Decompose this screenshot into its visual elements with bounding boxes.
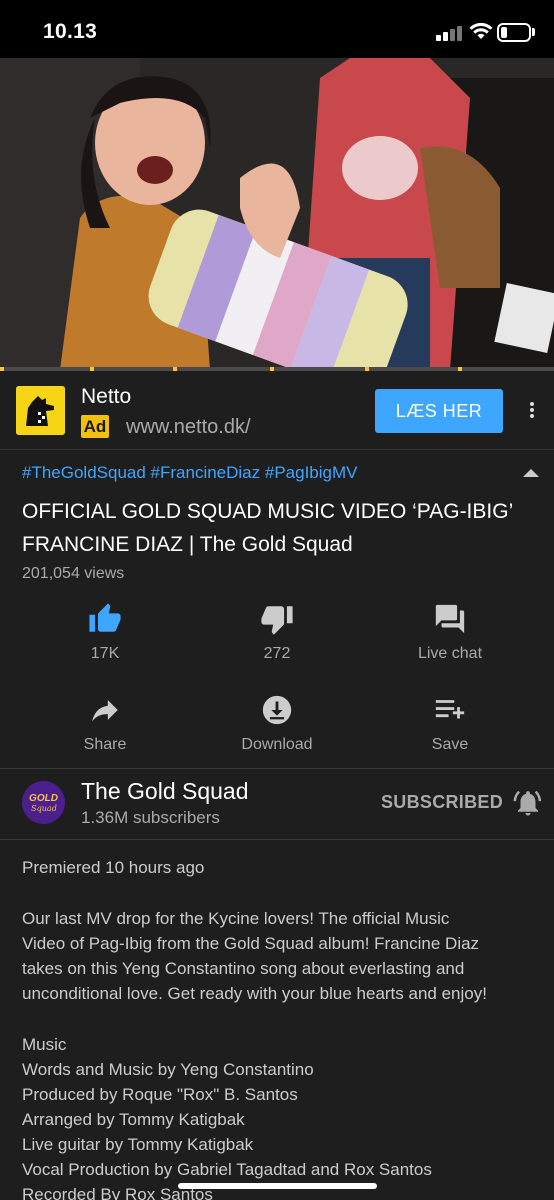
- description-line: Video of Pag-Ibig from the Gold Squad al…: [22, 934, 480, 953]
- status-bar: 10.13: [0, 0, 554, 58]
- svg-text:GOLD: GOLD: [29, 793, 58, 804]
- share-icon: [92, 700, 118, 722]
- premiered-text: Premiered 10 hours ago: [22, 858, 205, 877]
- live-chat-label: Live chat: [417, 645, 483, 662]
- dislike-count: 272: [263, 645, 291, 662]
- description-line: unconditional love. Get ready with your …: [22, 984, 487, 1003]
- channel-name[interactable]: The Gold Squad: [81, 778, 249, 805]
- like-button[interactable]: 17K: [45, 602, 165, 663]
- save-label: Save: [431, 736, 469, 753]
- collapse-description-icon[interactable]: [523, 469, 539, 477]
- description-line: Our last MV drop for the Kycine lovers! …: [22, 909, 450, 928]
- status-time: 10.13: [43, 20, 98, 43]
- notification-bell-icon[interactable]: [513, 788, 543, 818]
- netto-logo: [16, 386, 65, 435]
- description-line: takes on this Yeng Constantino song abou…: [22, 959, 465, 978]
- download-icon: [262, 695, 292, 725]
- live-chat-button[interactable]: Live chat: [390, 602, 510, 663]
- credits-line: Live guitar by Tommy Katigbak: [22, 1135, 254, 1154]
- thumbs-up-icon: [89, 603, 121, 632]
- more-options-icon[interactable]: [522, 400, 542, 424]
- hashtags-link[interactable]: #TheGoldSquad #FrancineDiaz #PagIbigMV: [22, 463, 357, 483]
- credits-line: Arranged by Tommy Katigbak: [22, 1110, 245, 1129]
- battery-icon: [497, 23, 531, 42]
- video-info-panel: #TheGoldSquad #FrancineDiaz #PagIbigMV O…: [0, 450, 554, 1200]
- dislike-button[interactable]: 272: [217, 602, 337, 663]
- cellular-signal-icon: [436, 24, 464, 41]
- channel-avatar[interactable]: GOLD Squad: [22, 781, 65, 824]
- video-frame: [0, 58, 554, 370]
- wifi-icon: [469, 22, 493, 39]
- divider: [0, 839, 554, 840]
- share-label: Share: [83, 736, 127, 753]
- thumbs-down-icon: [261, 606, 293, 635]
- home-indicator[interactable]: [178, 1183, 377, 1189]
- playlist-add-icon: [435, 700, 465, 719]
- ad-advertiser-name: Netto: [81, 385, 132, 408]
- download-label: Download: [241, 736, 313, 753]
- svg-text:Squad: Squad: [31, 804, 57, 813]
- subscriber-count: 1.36M subscribers: [81, 808, 220, 827]
- ad-banner[interactable]: Netto Ad www.netto.dk/ LÆS HER: [0, 371, 554, 450]
- ad-badge: Ad: [81, 415, 109, 438]
- divider: [0, 768, 554, 769]
- save-button[interactable]: Save: [390, 693, 510, 754]
- video-player[interactable]: [0, 58, 554, 370]
- chat-icon: [435, 604, 465, 634]
- credits-line: Music: [22, 1035, 67, 1054]
- share-button[interactable]: Share: [45, 693, 165, 754]
- download-button[interactable]: Download: [217, 693, 337, 754]
- video-title: OFFICIAL GOLD SQUAD MUSIC VIDEO ‘PAG-IBI…: [22, 500, 513, 556]
- credits-line: Words and Music by Yeng Constantino: [22, 1060, 314, 1079]
- credits-line: Produced by Roque "Rox" B. Santos: [22, 1085, 298, 1104]
- subscribe-button[interactable]: SUBSCRIBED: [381, 792, 503, 813]
- credits-line: Vocal Production by Gabriel Tagadtad and…: [22, 1160, 432, 1179]
- like-count: 17K: [90, 645, 120, 662]
- ad-cta-button[interactable]: LÆS HER: [375, 389, 503, 433]
- view-count: 201,054 views: [22, 565, 125, 582]
- ad-url: www.netto.dk/: [126, 416, 251, 438]
